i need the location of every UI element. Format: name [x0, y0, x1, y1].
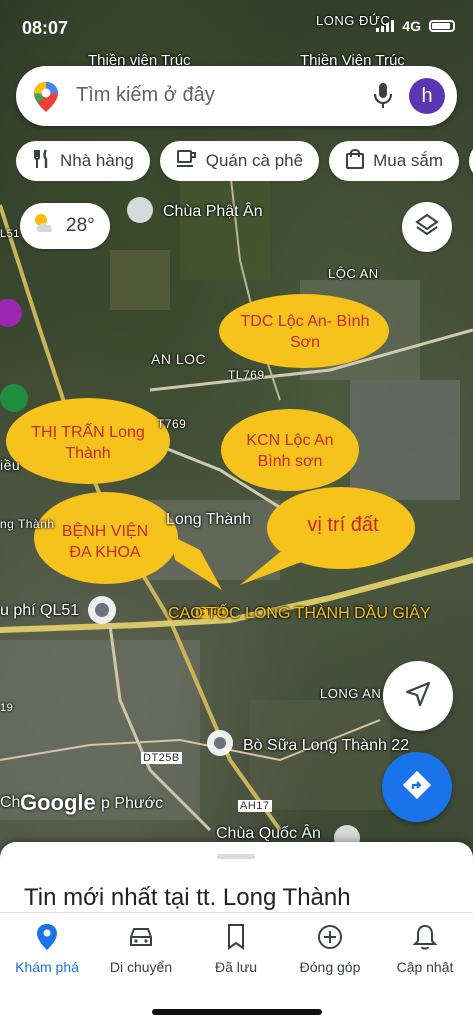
nav-label: Khám phá	[15, 959, 79, 975]
nav-kham-pha[interactable]: Khám phá	[0, 923, 94, 975]
search-bar[interactable]: Tìm kiếm ở đây h	[16, 66, 457, 126]
label-dt25b: DT25B	[141, 752, 182, 764]
chip-label: Quán cà phê	[205, 151, 304, 170]
bell-icon	[378, 923, 472, 953]
label-tl769: TL769	[228, 368, 265, 382]
annotation-benh-vien: BỆNH VIỆN ĐA KHOA	[61, 523, 149, 561]
nav-dong-gop[interactable]: Đóng góp	[283, 923, 377, 975]
navigation-arrow-icon	[405, 681, 431, 712]
nav-da-luu[interactable]: Đã lưu	[189, 923, 283, 975]
home-indicator	[152, 1009, 322, 1015]
nav-label: Đã lưu	[214, 959, 258, 975]
annotation-thi-tran-long-thanh: THỊ TRẤN Long Thành	[31, 424, 145, 462]
weather-temperature: 28°	[66, 215, 95, 236]
microphone-icon[interactable]	[372, 82, 394, 115]
shopping-bag-icon	[345, 148, 365, 174]
google-maps-pin-icon	[34, 82, 58, 117]
label-an-loc: AN LOC	[151, 351, 207, 367]
nav-label: Đóng góp	[299, 959, 361, 975]
status-time: 08:07	[22, 18, 69, 38]
search-input[interactable]: Tìm kiếm ở đây	[76, 84, 215, 107]
network-type: 4G	[402, 18, 421, 34]
label-long-thanh: Long Thành	[166, 511, 252, 528]
coffee-cup-icon	[176, 149, 198, 174]
annotation-tdc-loc-an: TDC Lộc An- Bình Sơn	[240, 313, 370, 351]
weather-chip[interactable]: 28°	[20, 203, 110, 249]
nav-cap-nhat[interactable]: Cập nhật	[378, 923, 472, 975]
label-t769: T769	[157, 417, 187, 431]
fork-knife-icon	[32, 148, 52, 174]
my-location-button[interactable]	[383, 661, 453, 731]
chip-label: Mua sắm	[373, 151, 444, 170]
directions-button[interactable]	[382, 752, 452, 822]
status-indicators: 4G	[376, 18, 455, 34]
chip-quan-ca-phe[interactable]: Quán cà phê	[159, 141, 320, 181]
directions-icon	[402, 770, 432, 805]
account-avatar[interactable]: h	[409, 78, 445, 114]
label-loc-an: LỘC AN	[328, 266, 379, 281]
label-long-an: LONG AN	[320, 686, 382, 701]
layers-icon	[415, 213, 439, 242]
nav-label: Di chuyển	[109, 959, 173, 975]
location-pin-icon	[0, 923, 94, 953]
partly-cloudy-icon	[32, 212, 58, 240]
nav-di-chuyen[interactable]: Di chuyển	[94, 923, 188, 975]
annotation-vi-tri-dat: vị trí đất	[307, 514, 379, 536]
battery-icon	[429, 20, 455, 32]
chip-nha-hang[interactable]: Nhà hàng	[16, 141, 150, 181]
add-circle-icon	[283, 923, 377, 953]
category-chips: Nhà hàng Quán cà phê Mua sắm	[16, 141, 473, 181]
chip-label: Nhà hàng	[60, 151, 134, 170]
chip-more[interactable]	[469, 141, 473, 181]
sheet-title: Tin mới nhất tại tt. Long Thành	[24, 884, 351, 911]
annotation-kcn-loc-an: KCN Lộc An Bình sơn	[246, 432, 334, 470]
status-bar: 08:07 4G	[0, 0, 473, 56]
layers-button[interactable]	[402, 202, 452, 252]
label-ch: Ch	[0, 794, 21, 811]
label-chua-quoc-an[interactable]: Chùa Quốc Ân	[216, 825, 321, 843]
chip-mua-sam[interactable]: Mua sắm	[329, 141, 460, 181]
label-bo-sua-long-thanh[interactable]: Bò Sữa Long Thành 22	[243, 737, 409, 755]
label-ieu: iều	[0, 457, 21, 473]
label-ng-thanh: ng Thành	[0, 517, 55, 531]
bottom-navigation: Khám phá Di chuyển Đã lưu Đóng góp Cập n…	[0, 912, 473, 1025]
signal-icon	[376, 20, 395, 32]
car-icon	[94, 923, 188, 953]
label-ah17: AH17	[238, 800, 272, 812]
label-tram-thu-phi-ql51[interactable]: u phí QL51	[0, 602, 79, 620]
label-cao-toc: CAO TỐC LONG THÀNH DẦU GIÂY	[168, 605, 431, 622]
google-logo: Google	[20, 790, 96, 815]
label-l51: L51	[0, 228, 20, 240]
nav-label: Cập nhật	[396, 959, 454, 975]
bookmark-icon	[189, 923, 283, 953]
label-p-phuoc: p Phước	[101, 795, 164, 812]
label-19: 19	[0, 702, 14, 714]
sheet-drag-handle[interactable]	[217, 854, 255, 859]
label-chua-phat-an[interactable]: Chùa Phật Ân	[163, 203, 263, 221]
